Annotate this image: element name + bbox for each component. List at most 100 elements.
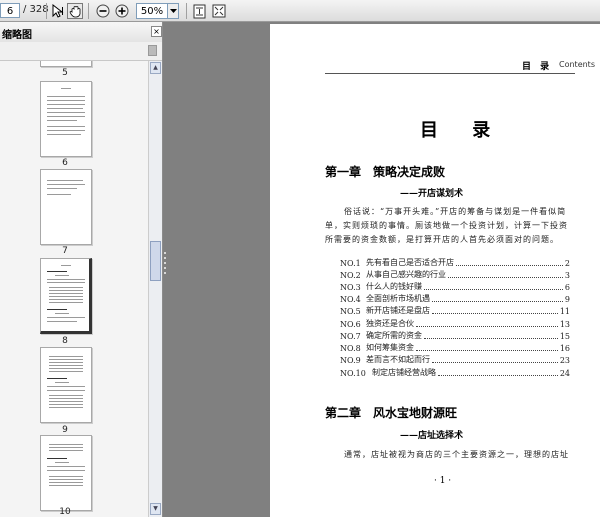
page-total-label: / 328 (23, 4, 49, 15)
zoom-level-input[interactable]: 50% (136, 3, 168, 19)
thumbnail-text-line (47, 120, 77, 121)
toc-entry[interactable]: NO.6 独资还是合伙 13 (340, 317, 570, 329)
chapter-title: 第一章 策略决定成败 (325, 165, 446, 179)
zoom-out-icon[interactable] (95, 3, 111, 19)
toc-leader (432, 362, 558, 363)
toc-number: NO.5 (340, 307, 361, 316)
toc-number: NO.9 (340, 356, 361, 365)
toc-title: 如何筹集资金 (366, 343, 414, 352)
thumbnail-text-line (49, 482, 83, 483)
thumbnail-text-line (61, 265, 71, 266)
toc-page: 13 (559, 320, 570, 329)
toc-entry[interactable]: NO.10 制定店铺经营战略 24 (340, 366, 570, 378)
thumbnail-text-line (47, 317, 85, 318)
toc-leader (456, 265, 563, 266)
thumbnail-page[interactable] (40, 258, 92, 334)
toc-leader (416, 350, 558, 351)
paragraph-line: 所需要的资金数额，是打算开店的人首先必须面对的问题。 (325, 235, 559, 244)
thumbnail-text-line (49, 287, 83, 288)
toc-entry[interactable]: NO.8 如何筹集资金 16 (340, 341, 570, 353)
thumbnail-text-line (47, 130, 85, 131)
thumbnail-text-line (47, 309, 67, 310)
toc-number: NO.1 (340, 259, 361, 268)
hand-tool-icon[interactable] (67, 3, 83, 19)
thumbnail-text-line (49, 359, 83, 360)
toc-page: 3 (564, 271, 570, 280)
thumbnail-text-line (47, 458, 67, 459)
thumbnail-text-line (49, 302, 83, 303)
header-tag: 目 录 (522, 62, 553, 72)
scrollbar-thumb[interactable] (150, 241, 161, 281)
panel-options-bar (0, 42, 162, 61)
toolbar-divider (186, 3, 187, 19)
thumbnail-text-line (55, 462, 69, 463)
thumbnail-text-line (47, 466, 85, 467)
toc-title: 什么人的钱好赚 (366, 282, 422, 291)
thumbnail-text-line (47, 180, 83, 181)
toc-page: 23 (559, 356, 570, 365)
thumbnail-text-line (49, 296, 83, 297)
toc-entry[interactable]: NO.3 什么人的钱好赚 6 (340, 280, 570, 292)
toc-leader (424, 289, 563, 290)
toc-page: 6 (564, 283, 570, 292)
toc-leader (424, 338, 558, 339)
thumbnail-label: 8 (62, 336, 68, 346)
select-cursor-icon[interactable] (50, 3, 66, 19)
chapter-subtitle: ——店址选择术 (400, 431, 464, 441)
thumbnail-text-line (47, 126, 85, 127)
thumbnail-page[interactable] (40, 169, 92, 245)
thumbnail-text-line (49, 476, 83, 477)
toc-page: 24 (559, 369, 570, 378)
thumbnail-label: 7 (62, 246, 68, 256)
thumbnail-text-line (49, 447, 83, 448)
thumbnail-text-line (49, 362, 83, 363)
toc-number: NO.6 (340, 320, 361, 329)
thumbnail-text-line (47, 112, 85, 113)
chapter-title: 第二章 风水宝地财源旺 (325, 406, 458, 420)
thumbnail-text-line (47, 271, 67, 272)
thumbnail-page[interactable] (40, 61, 92, 67)
panel-title: 缩略图 (2, 30, 32, 41)
thumbnail-scrollbar[interactable]: ▲ ▼ (148, 61, 162, 517)
trash-icon[interactable] (148, 45, 157, 56)
thumbnail-text-line (47, 184, 85, 185)
thumbnail-text-line (49, 368, 83, 369)
toc-number: NO.2 (340, 271, 361, 280)
thumbnail-page[interactable] (40, 81, 92, 157)
fit-page-icon[interactable] (191, 3, 207, 19)
page-number-input[interactable]: 6 (0, 3, 20, 18)
scroll-down-icon[interactable]: ▼ (150, 503, 161, 515)
toc-entry[interactable]: NO.9 差而言不如起而行 23 (340, 353, 570, 365)
toc-entry[interactable]: NO.5 新开店铺还是盘店 11 (340, 304, 570, 316)
thumbnail-label: 9 (62, 425, 68, 435)
toc-title: 先有看自己是否适合开店 (366, 258, 454, 267)
toc-title: 制定店铺经营战略 (372, 368, 436, 377)
panel-splitter[interactable] (163, 250, 167, 278)
toc-page: 16 (559, 344, 570, 353)
thumbnail-text-line (49, 407, 83, 408)
toc-number: NO.3 (340, 283, 361, 292)
thumbnail-text-line (49, 356, 83, 357)
thumbnail-page[interactable] (40, 435, 92, 511)
toc-leader (432, 313, 558, 314)
toc-page: 2 (564, 259, 570, 268)
toc-leader (432, 301, 563, 302)
toc-entry[interactable]: NO.2 从事自己感兴趣的行业 3 (340, 268, 570, 280)
toc-page: 11 (559, 307, 570, 316)
toc-entry[interactable]: NO.4 全面剖析市场机遇 9 (340, 292, 570, 304)
fit-width-icon[interactable] (211, 3, 227, 19)
toc-entry[interactable]: NO.7 确定所需的资金 15 (340, 329, 570, 341)
thumbnail-text-line (47, 390, 85, 391)
paragraph-line: 通常，店址被视为商店的三个主要资源之一，理想的店址 (344, 450, 569, 459)
zoom-in-icon[interactable] (114, 3, 130, 19)
scroll-up-icon[interactable]: ▲ (150, 62, 161, 74)
page-number: · 1 · (434, 476, 452, 486)
thumbnail-page[interactable] (40, 347, 92, 423)
toc-number: NO.8 (340, 344, 361, 353)
thumbnail-text-line (47, 134, 81, 135)
zoom-dropdown-icon[interactable] (168, 3, 179, 19)
thumbnail-text-line (47, 188, 77, 189)
close-icon[interactable]: × (151, 26, 162, 37)
thumbnail-text-line (49, 371, 83, 372)
toc-entry[interactable]: NO.1 先有看自己是否适合开店 2 (340, 256, 570, 268)
